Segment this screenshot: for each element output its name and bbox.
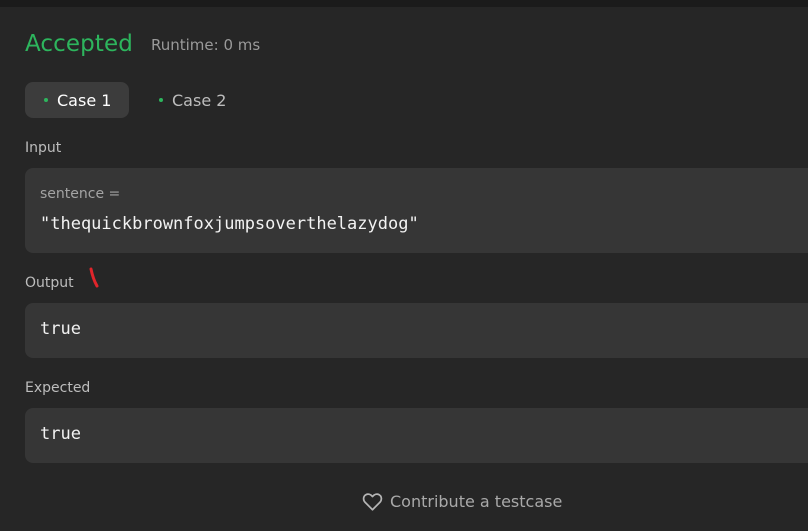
output-value: true [40,319,81,339]
tab-case-2-label: Case 2 [172,90,227,110]
input-box: sentence = "thequickbrownfoxjumpsoverthe… [25,168,808,253]
expected-label: Expected [25,380,91,396]
contribute-label: Contribute a testcase [390,492,563,511]
input-label: Input [25,140,62,156]
case-pass-dot-icon [44,98,48,102]
expected-box: true [25,408,808,463]
tab-case-1[interactable]: Case 1 [25,82,129,118]
annotation-mark [89,267,99,288]
case-pass-dot-icon [159,98,163,102]
tab-case-2[interactable]: Case 2 [140,82,240,118]
output-label: Output [25,275,74,291]
expected-value: true [40,424,81,444]
contribute-testcase-button[interactable]: Contribute a testcase [362,492,562,511]
output-box: true [25,303,808,358]
heart-icon [362,493,383,511]
param-value: "thequickbrownfoxjumpsoverthelazydog" [40,214,419,234]
param-name: sentence = [40,186,121,202]
runtime-label: Runtime: 0 ms [151,36,261,54]
tab-case-1-label: Case 1 [57,90,112,110]
result-status: Accepted [25,31,133,57]
top-divider-bar [0,0,808,7]
